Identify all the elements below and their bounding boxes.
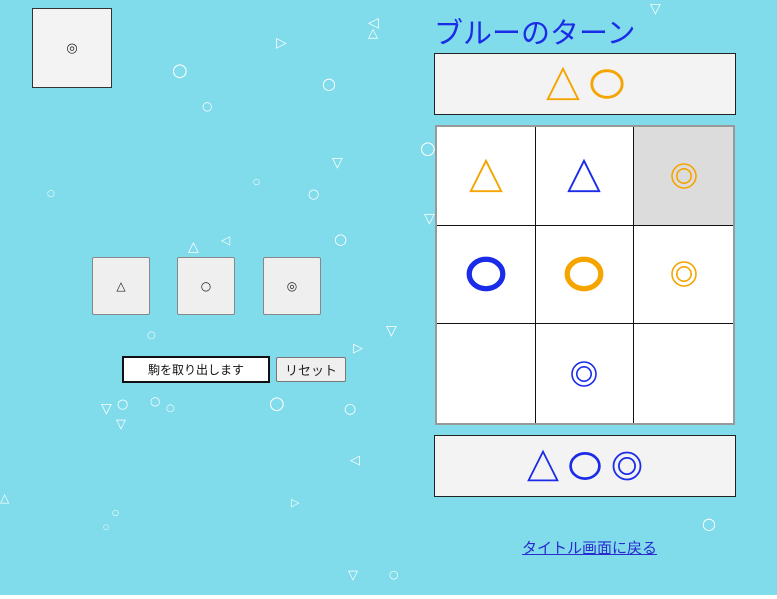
board-cell-8[interactable] bbox=[634, 324, 733, 423]
decor-triangle: ▽ bbox=[424, 211, 435, 227]
large-piece-icon bbox=[612, 451, 642, 481]
decor-triangle: ◁ bbox=[350, 453, 360, 468]
decor-circle: ○ bbox=[344, 401, 357, 417]
decor-circle: ○ bbox=[147, 330, 156, 341]
small-piece-icon bbox=[527, 449, 559, 482]
bottom-divider bbox=[0, 595, 777, 599]
reset-button[interactable]: リセット bbox=[276, 357, 346, 382]
decor-circle: ○ bbox=[269, 393, 285, 414]
small-piece-icon bbox=[546, 66, 580, 101]
large-piece-icon bbox=[571, 360, 598, 387]
board-cell-3[interactable] bbox=[437, 225, 536, 325]
turn-title: ブルーのターン bbox=[434, 16, 636, 50]
board-cell-4[interactable] bbox=[535, 225, 635, 325]
pick-large-label: ◎ bbox=[286, 279, 298, 293]
decor-circle: ○ bbox=[166, 403, 175, 414]
game-board bbox=[435, 125, 735, 425]
medium-piece-icon bbox=[466, 257, 506, 292]
decor-circle: ○ bbox=[202, 99, 213, 113]
decor-circle: ○ bbox=[334, 230, 348, 248]
decor-circle: ○ bbox=[702, 514, 716, 533]
decor-triangle: ◁ bbox=[368, 15, 379, 31]
board-cell-6[interactable] bbox=[437, 324, 536, 423]
decor-circle: ○ bbox=[112, 508, 119, 517]
decor-circle: ○ bbox=[322, 74, 336, 93]
decor-triangle: ▷ bbox=[276, 35, 287, 51]
decor-circle: ○ bbox=[172, 60, 188, 81]
board-cell-7[interactable] bbox=[535, 324, 635, 423]
decor-triangle: ▷ bbox=[291, 496, 300, 509]
decor-triangle: ▽ bbox=[116, 417, 126, 432]
decor-triangle: ▽ bbox=[386, 323, 397, 339]
board-cell-5[interactable] bbox=[634, 225, 733, 325]
decor-triangle: ▷ bbox=[353, 341, 363, 356]
decor-triangle: ▽ bbox=[650, 1, 661, 17]
blue-hand-panel bbox=[434, 435, 736, 497]
orange-hand-panel bbox=[434, 53, 736, 115]
reset-label: リセット bbox=[284, 364, 337, 379]
decor-triangle: △ bbox=[368, 26, 378, 41]
medium-piece-icon bbox=[590, 69, 624, 99]
decor-circle: ○ bbox=[150, 394, 161, 408]
pick-medium-label: ○ bbox=[200, 279, 212, 293]
board-cell-0[interactable] bbox=[437, 127, 536, 226]
status-field[interactable]: 駒を取り出します bbox=[122, 356, 270, 383]
preview-symbol: ◎ bbox=[66, 40, 78, 56]
selected-piece-preview: ◎ bbox=[32, 8, 112, 88]
status-text: 駒を取り出します bbox=[147, 363, 244, 377]
decor-circle: ○ bbox=[117, 397, 129, 412]
medium-piece-icon bbox=[565, 257, 604, 292]
decor-circle: ○ bbox=[103, 523, 110, 531]
decor-triangle: ◁ bbox=[221, 233, 231, 247]
decor-triangle: ▽ bbox=[348, 568, 358, 583]
small-piece-icon bbox=[469, 158, 503, 192]
decor-circle: ○ bbox=[308, 187, 320, 202]
pick-large-button[interactable]: ◎ bbox=[263, 257, 321, 315]
decor-circle: ○ bbox=[253, 177, 260, 186]
large-piece-icon bbox=[670, 163, 697, 189]
decor-circle: ○ bbox=[420, 138, 436, 159]
pick-medium-button[interactable]: ○ bbox=[177, 257, 235, 315]
decor-triangle: △ bbox=[188, 239, 199, 255]
back-to-title-link[interactable]: タイトル画面に戻る bbox=[522, 537, 657, 558]
decor-triangle: ▽ bbox=[332, 155, 343, 171]
decor-triangle: ▽ bbox=[101, 401, 112, 417]
pick-small-button[interactable]: △ bbox=[92, 257, 150, 315]
board-cell-1[interactable] bbox=[535, 127, 635, 226]
pick-small-label: △ bbox=[116, 279, 126, 293]
decor-triangle: △ bbox=[0, 491, 10, 505]
decor-circle: ○ bbox=[47, 189, 55, 199]
medium-piece-icon bbox=[569, 452, 601, 480]
large-piece-icon bbox=[670, 261, 697, 288]
decor-circle: ○ bbox=[389, 568, 399, 581]
small-piece-icon bbox=[567, 158, 602, 192]
board-cell-2[interactable] bbox=[634, 127, 733, 226]
